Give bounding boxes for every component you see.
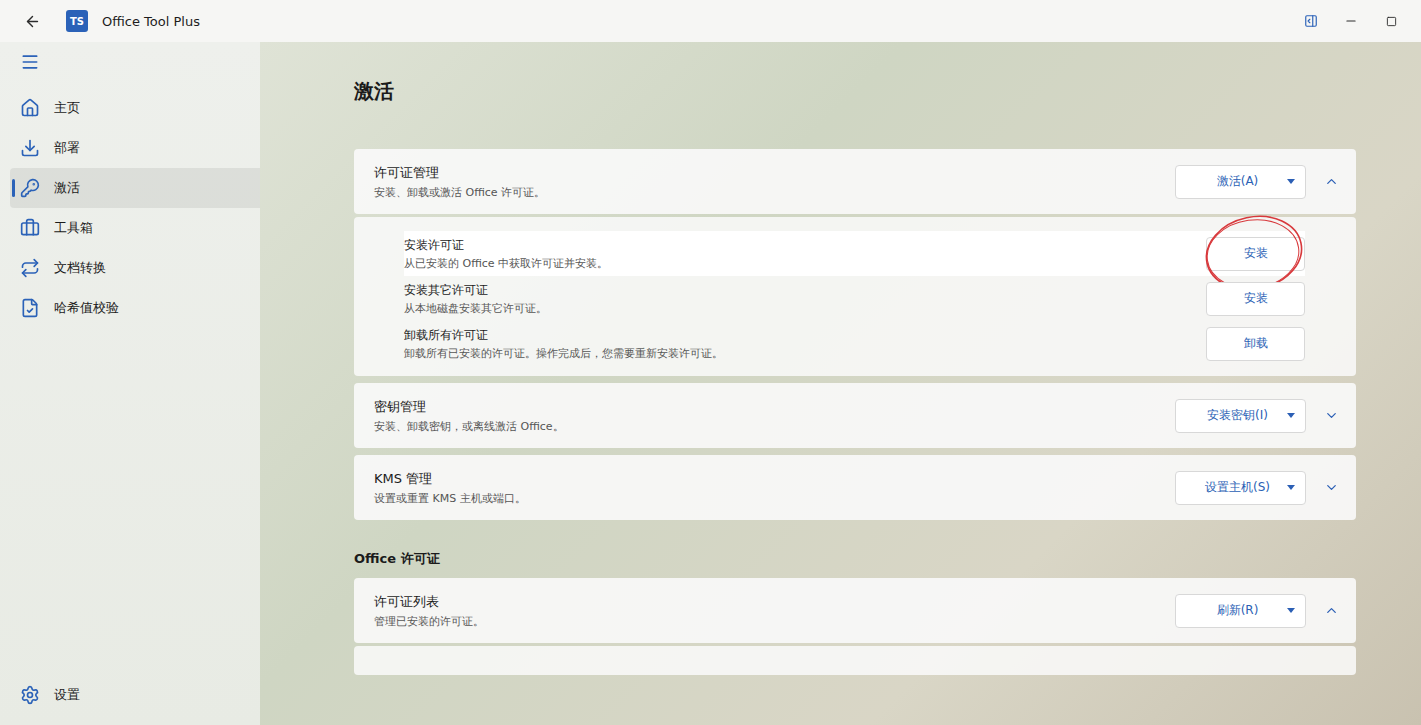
action-button[interactable]: 刷新(R): [1175, 594, 1306, 628]
action-button[interactable]: 激活(A): [1175, 165, 1306, 199]
selection-indicator: [12, 179, 15, 197]
app-logo-icon: TS: [66, 10, 88, 32]
row-title: 安装许可证: [404, 237, 1206, 254]
settings-card: 密钥管理安装、卸载密钥，或离线激活 Office。安装密钥(I): [354, 383, 1356, 448]
menu-icon[interactable]: [10, 48, 260, 76]
app-window: TSOffice Tool Plus主页部署激活工具箱文档转换哈希值校验设置激活…: [0, 0, 1421, 725]
expand-chevron-icon[interactable]: [1306, 480, 1356, 495]
sidebar-item[interactable]: 工具箱: [10, 208, 260, 248]
back-arrow-icon[interactable]: [22, 11, 42, 31]
collapse-chevron-icon[interactable]: [1306, 174, 1356, 189]
nav-icon: [20, 138, 40, 158]
sidebar-item[interactable]: 哈希值校验: [10, 288, 260, 328]
collapse-chevron-icon[interactable]: [1306, 603, 1356, 618]
card-description: 安装、卸载或激活 Office 许可证。: [374, 185, 1175, 200]
content: 激活许可证管理安装、卸载或激活 Office 许可证。激活(A)安装许可证从已安…: [260, 42, 1421, 725]
settings-card: 许可证管理安装、卸载或激活 Office 许可证。激活(A)安装许可证从已安装的…: [354, 149, 1356, 376]
sidebar-item[interactable]: 激活: [10, 168, 260, 208]
row-title: 卸载所有许可证: [404, 327, 1206, 344]
row-description: 从本地磁盘安装其它许可证。: [404, 301, 1206, 316]
card-description: 管理已安装的许可证。: [374, 614, 1175, 629]
row-description: 卸载所有已安装的许可证。操作完成后，您需要重新安装许可证。: [404, 346, 1206, 361]
section-title: Office 许可证: [354, 550, 1356, 568]
setting-row: 卸载所有许可证卸载所有已安装的许可证。操作完成后，您需要重新安装许可证。卸载: [404, 321, 1305, 366]
action-button[interactable]: 安装密钥(I): [1175, 399, 1306, 433]
row-title: 安装其它许可证: [404, 282, 1206, 299]
dropdown-caret-icon[interactable]: [1287, 485, 1295, 490]
settings-card: KMS 管理设置或重置 KMS 主机或端口。设置主机(S): [354, 455, 1356, 520]
card-header[interactable]: 密钥管理安装、卸载密钥，或离线激活 Office。安装密钥(I): [354, 383, 1356, 448]
card-description: 安装、卸载密钥，或离线激活 Office。: [374, 419, 1175, 434]
card-header[interactable]: 许可证管理安装、卸载或激活 Office 许可证。激活(A): [354, 149, 1356, 214]
page-title: 激活: [354, 78, 1356, 105]
card-title: 许可证列表: [374, 593, 1175, 611]
dropdown-caret-icon[interactable]: [1287, 608, 1295, 613]
nav-icon: [20, 178, 40, 198]
row-button[interactable]: 卸载: [1206, 327, 1305, 361]
maximize-icon[interactable]: [1381, 11, 1401, 31]
row-description: 从已安装的 Office 中获取许可证并安装。: [404, 256, 1206, 271]
nav-icon: [20, 298, 40, 318]
settings-item[interactable]: 设置: [10, 675, 260, 715]
card-title: 许可证管理: [374, 164, 1175, 182]
expand-chevron-icon[interactable]: [1306, 408, 1356, 423]
setting-row: 安装其它许可证从本地磁盘安装其它许可证。安装: [404, 276, 1305, 321]
setting-row: 安装许可证从已安装的 Office 中获取许可证并安装。安装: [404, 231, 1305, 276]
nav-icon: [20, 258, 40, 278]
window-title: Office Tool Plus: [102, 14, 1287, 29]
gear-icon: [20, 685, 40, 705]
row-button[interactable]: 安装: [1206, 237, 1305, 271]
sidebar: 主页部署激活工具箱文档转换哈希值校验设置: [0, 42, 260, 725]
sidebar-item[interactable]: 部署: [10, 128, 260, 168]
title-bar: TS Office Tool Plus: [0, 0, 1421, 42]
sidebar-item[interactable]: 文档转换: [10, 248, 260, 288]
card-description: 设置或重置 KMS 主机或端口。: [374, 491, 1175, 506]
card-panel: [354, 646, 1356, 675]
license-list-card: 许可证列表管理已安装的许可证。刷新(R): [354, 578, 1356, 675]
nav-icon: [20, 218, 40, 238]
card-title: KMS 管理: [374, 470, 1175, 488]
sidebar-item[interactable]: 主页: [10, 88, 260, 128]
row-button[interactable]: 安装: [1206, 282, 1305, 316]
card-title: 密钥管理: [374, 398, 1175, 416]
dropdown-caret-icon[interactable]: [1287, 413, 1295, 418]
nav-icon: [20, 98, 40, 118]
action-button[interactable]: 设置主机(S): [1175, 471, 1306, 505]
minimize-icon[interactable]: [1341, 11, 1361, 31]
card-panel: 安装许可证从已安装的 Office 中获取许可证并安装。安装安装其它许可证从本地…: [354, 217, 1356, 376]
card-header[interactable]: KMS 管理设置或重置 KMS 主机或端口。设置主机(S): [354, 455, 1356, 520]
card-header[interactable]: 许可证列表管理已安装的许可证。刷新(R): [354, 578, 1356, 643]
panel-icon[interactable]: [1301, 11, 1321, 31]
dropdown-caret-icon[interactable]: [1287, 179, 1295, 184]
